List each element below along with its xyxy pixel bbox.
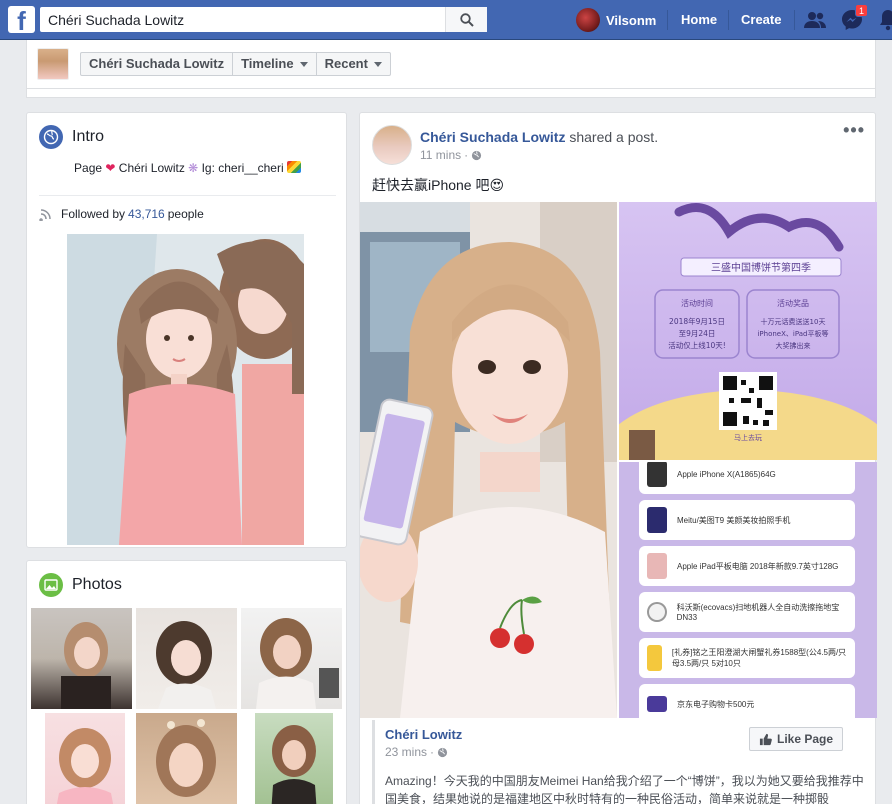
followers-count[interactable]: 43,716 — [128, 207, 165, 221]
phone-icon — [647, 462, 667, 487]
intro-card: Intro Page ❤ Chéri Lowitz ❋ Ig: cheri__c… — [26, 112, 347, 548]
tablet-icon — [647, 553, 667, 579]
top-nav-bar: f Chéri Suchada Lowitz Vilsonm Home Crea… — [0, 0, 892, 40]
chevron-down-icon — [373, 61, 382, 67]
rainbow-icon — [286, 161, 301, 173]
heart-icon: ❤ — [105, 161, 116, 175]
poster-box2-title: 活动奖品 — [777, 298, 809, 308]
shared-author-link[interactable]: Chéri Lowitz — [385, 727, 462, 742]
crumb-timeline[interactable]: Timeline — [233, 53, 317, 75]
post-author-link[interactable]: Chéri Suchada Lowitz — [420, 129, 565, 145]
post-image-main[interactable] — [360, 202, 617, 718]
poster-title: 三盛中国博饼节第四季 — [711, 261, 811, 274]
phone-icon — [647, 507, 667, 533]
nav-divider — [794, 10, 795, 30]
poster-box2-line: 十万元话费送送10天 — [761, 317, 826, 326]
poster-box1-line: 活动仅上线10天! — [668, 340, 726, 350]
poster-box2-line: iPhoneX、iPad平板等 — [757, 329, 828, 338]
rss-follow-icon — [39, 209, 51, 221]
robot-vacuum-icon — [647, 602, 667, 622]
subnav-bottom-strip — [26, 89, 876, 98]
poster-qr-caption: 马上去玩 — [734, 433, 762, 442]
nav-user-name: Vilsonm — [606, 12, 657, 28]
poster-box2-line: 大奖拂出来 — [776, 341, 811, 350]
search-button[interactable] — [445, 7, 487, 32]
crumb-recent[interactable]: Recent — [317, 53, 390, 75]
heart-eyes-emoji-icon: 😍 — [489, 177, 505, 193]
globe-public-icon — [472, 150, 482, 160]
shared-post: Chéri Lowitz 23 mins · Like Page Amazing… — [372, 720, 865, 804]
post-image-prize-list[interactable]: Apple iPhone X(A1865)64G Meitu/美图T9 美颜美妆… — [619, 462, 877, 718]
featured-photo[interactable] — [67, 234, 304, 545]
globe-icon — [39, 125, 63, 149]
intro-title: Intro — [72, 128, 105, 145]
messages-count-badge: 1 — [855, 4, 868, 17]
nav-home-link[interactable]: Home — [681, 12, 717, 27]
photo-thumbnail[interactable] — [45, 713, 125, 804]
shared-timestamp[interactable]: 23 mins — [385, 745, 427, 759]
list-item: Apple iPad平板电脑 2018年新款9.7英寸128G — [639, 546, 855, 586]
like-page-button[interactable]: Like Page — [749, 727, 844, 751]
list-item: 科沃斯(ecovacs)扫地机器人全自动洗擦拖地宝DN33 — [639, 592, 855, 632]
butterfly-icon: ❋ — [188, 161, 199, 175]
facebook-logo-icon[interactable]: f — [8, 6, 35, 33]
photo-thumbnail[interactable] — [241, 608, 342, 709]
list-item: Apple iPhone X(A1865)64G — [639, 462, 855, 494]
poster-box1-line: 至9月24日 — [679, 329, 716, 338]
list-item: [礼券]铭之王阳澄湖大闸蟹礼券1588型(公4.5两/只 母3.5两/只 5对1… — [639, 638, 855, 678]
thumbs-up-icon — [759, 733, 772, 745]
post-text: 赶快去赢iPhone 吧😍 — [372, 177, 505, 193]
profile-subnav: Chéri Suchada Lowitz Timeline Recent — [26, 40, 876, 89]
chevron-down-icon — [299, 61, 308, 67]
photo-thumbnail[interactable] — [255, 713, 333, 804]
post-image-poster[interactable]: 三盛中国博饼节第四季 活动时间 2018年9月15日 至9月24日 活动仅上线1… — [619, 202, 877, 460]
post-meta: 11 mins · — [420, 148, 482, 162]
list-item: 京东电子购物卡500元 — [639, 684, 855, 718]
crab-voucher-icon — [647, 645, 662, 671]
photos-card: Photos — [26, 560, 347, 804]
photo-thumbnail[interactable] — [136, 608, 237, 709]
nav-create-link[interactable]: Create — [741, 12, 781, 27]
notifications-icon[interactable] — [876, 8, 892, 32]
photos-icon — [39, 573, 63, 597]
avatar[interactable] — [372, 125, 412, 165]
crumb-profile[interactable]: Chéri Suchada Lowitz — [81, 53, 234, 75]
intro-bio: Page ❤ Chéri Lowitz ❋ Ig: cheri__cheri — [27, 161, 348, 175]
divider — [39, 195, 336, 196]
search-input[interactable]: Chéri Suchada Lowitz — [40, 12, 445, 28]
avatar — [576, 8, 600, 32]
nav-profile-link[interactable]: Vilsonm — [576, 8, 656, 32]
post-options-icon[interactable]: ••• — [843, 121, 865, 139]
search-icon — [459, 12, 474, 27]
gift-card-icon — [647, 696, 667, 712]
globe-public-icon — [437, 747, 448, 757]
search-bar[interactable]: Chéri Suchada Lowitz — [40, 7, 487, 32]
shared-meta: 23 mins · — [385, 745, 448, 759]
poster-box1-line: 2018年9月15日 — [669, 316, 725, 326]
post-card: Chéri Suchada Lowitz shared a post. 11 m… — [359, 112, 877, 804]
nav-divider — [728, 10, 729, 30]
photo-thumbnail[interactable] — [31, 608, 132, 709]
avatar[interactable] — [37, 48, 69, 80]
friends-icon[interactable] — [803, 8, 827, 32]
nav-divider — [667, 10, 668, 30]
breadcrumb: Chéri Suchada Lowitz Timeline Recent — [80, 52, 391, 76]
shared-post-text: Amazing！今天我的中国朋友Meimei Han给我介绍了一个“博饼”，我以… — [385, 774, 864, 804]
followers-row: Followed by 43,716 people — [39, 207, 204, 221]
list-item: Meitu/美图T9 美颜美妆拍照手机 — [639, 500, 855, 540]
poster-box1-title: 活动时间 — [681, 298, 713, 308]
post-timestamp[interactable]: 11 mins — [420, 148, 461, 162]
photo-thumbnail[interactable] — [136, 713, 237, 804]
post-header: Chéri Suchada Lowitz shared a post. — [420, 129, 659, 145]
photos-title: Photos — [72, 576, 122, 593]
